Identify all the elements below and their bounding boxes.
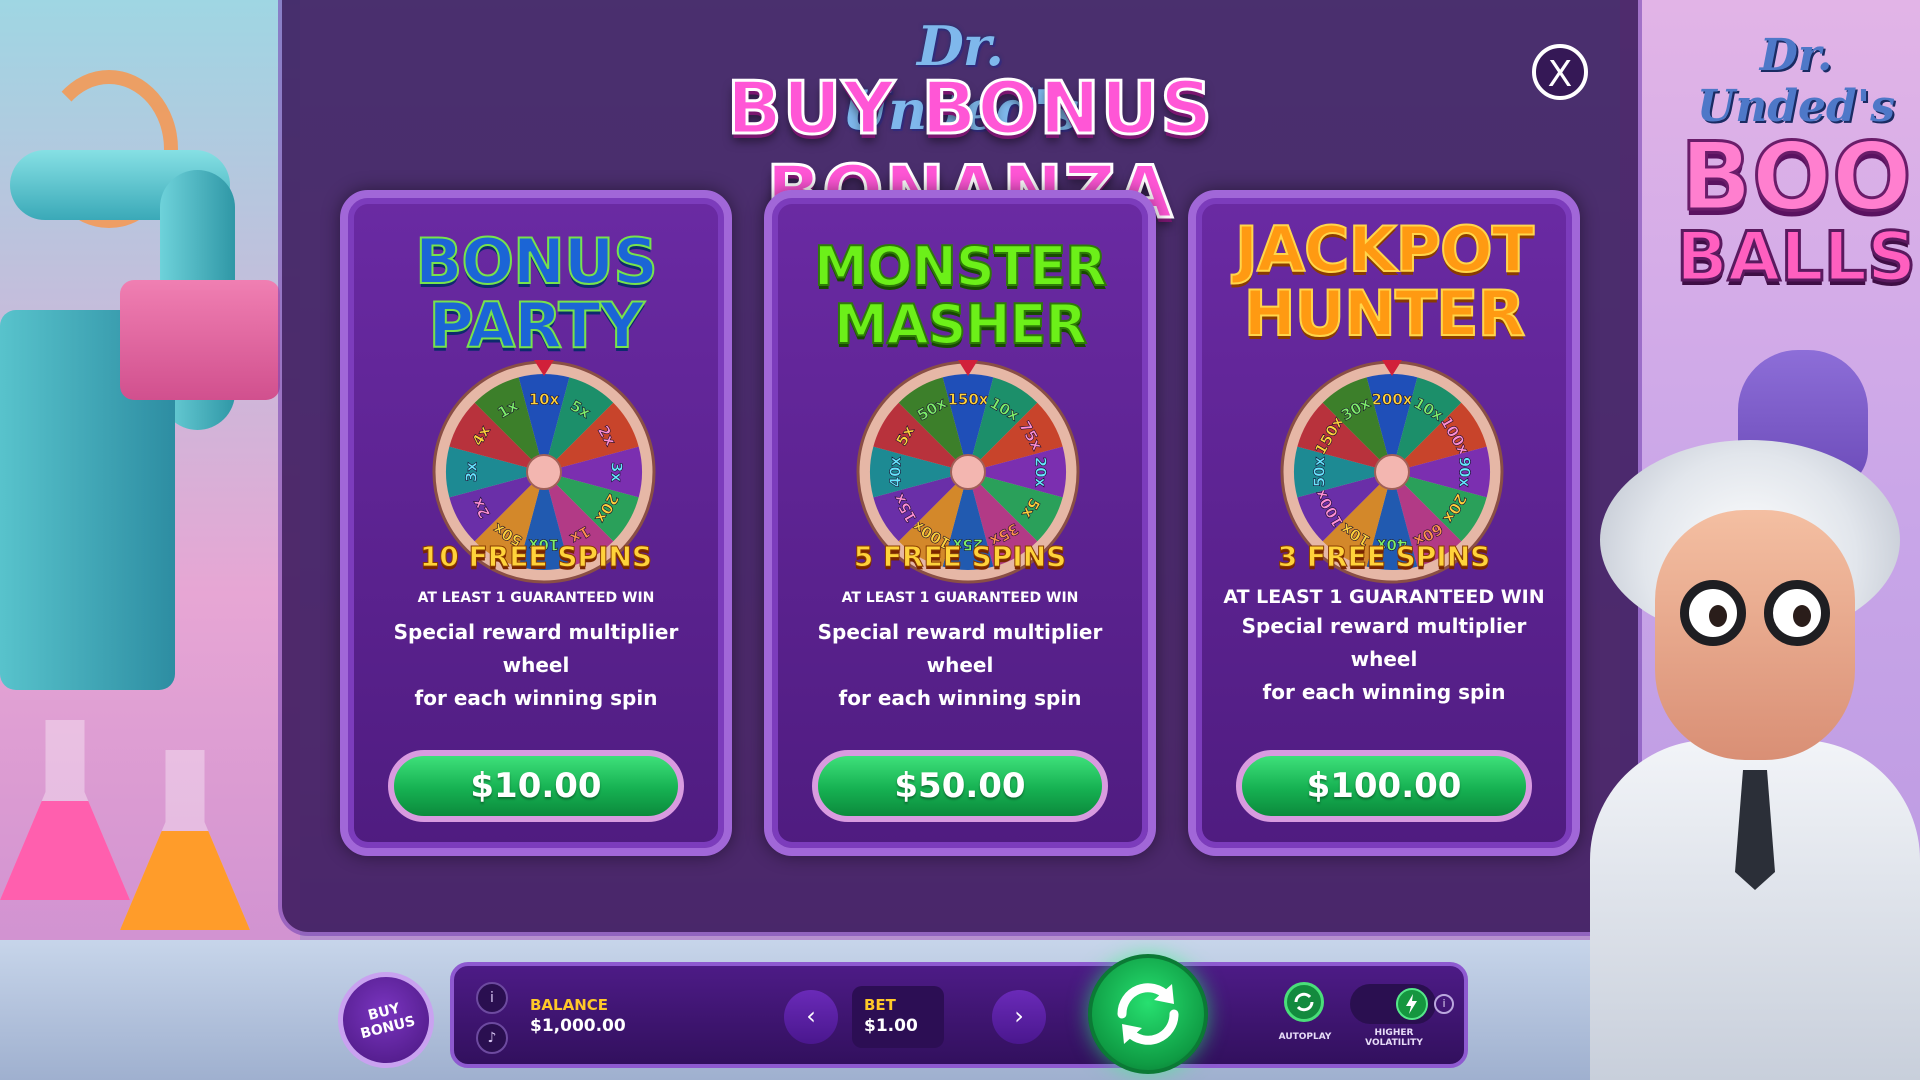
scientist-eye: [1764, 580, 1830, 646]
buy-bonus-modal: Dr. Unded's BUY BONUS BONANZA X BONUS PA…: [282, 0, 1638, 932]
description-line: Special reward multiplier wheel: [817, 620, 1103, 677]
guarantee-text: AT LEAST 1 GUARANTEED WIN: [417, 590, 655, 606]
free-spins-count: 5 FREE SPINS: [853, 540, 1067, 574]
bonus-card-jackpot-hunter: JACKPOT HUNTER 200x 10x 100x 90x 20x 60x 40x 10…: [1188, 190, 1580, 856]
pink-tank-lid-illustration: [120, 280, 280, 400]
bet-display: BET $1.00: [852, 986, 944, 1048]
card-title: BONUS PARTY: [348, 225, 724, 362]
wheel-multiplier-label: 150x: [948, 391, 989, 409]
volatility-label-line: HIGHER: [1374, 1028, 1414, 1038]
card-title-line: MASHER: [833, 293, 1088, 356]
card-description: Special reward multiplier wheel for each…: [782, 616, 1138, 715]
balance-value: $1,000.00: [530, 1016, 626, 1036]
bet-label: BET: [864, 996, 896, 1014]
card-title-line: HUNTER: [1243, 277, 1527, 350]
wheel-hub: [526, 454, 562, 490]
wheel-multiplier-label: 3x: [608, 462, 626, 482]
game-logo: Dr. Unded's BOO BALLS: [1672, 30, 1920, 297]
close-button[interactable]: X: [1532, 44, 1588, 100]
card-title-line: BONUS: [414, 225, 659, 298]
card-description: Special reward multiplier wheel for each…: [1206, 610, 1562, 709]
autoplay-label: AUTOPLAY: [1278, 1032, 1332, 1042]
description-line: for each winning spin: [838, 686, 1082, 710]
card-title-line: PARTY: [428, 289, 646, 362]
wheel-multiplier-label: 20x: [1032, 457, 1050, 488]
wheel-multiplier-label: 50x: [1311, 456, 1329, 487]
refresh-arrows-icon: [1117, 983, 1179, 1045]
bet-value: $1.00: [864, 1016, 918, 1036]
description-line: for each winning spin: [1262, 680, 1506, 704]
free-spins-count: 10 FREE SPINS: [419, 540, 653, 574]
logo-title-line: BOO: [1679, 123, 1913, 232]
bonus-card-monster-masher: MONSTER MASHER 150x 10x 75x 20x 5x 35x 25x 100x…: [764, 190, 1156, 856]
card-description: Special reward multiplier wheel for each…: [358, 616, 714, 715]
volatility-info-icon[interactable]: i: [1434, 994, 1454, 1014]
buy-monster-masher-button[interactable]: $50.00: [812, 750, 1108, 822]
spin-button[interactable]: [1088, 954, 1208, 1074]
balance-label: BALANCE: [530, 996, 609, 1014]
wheel-multiplier-label: 3x: [463, 462, 481, 482]
autoplay-icon: [1294, 992, 1314, 1012]
mad-scientist-character-illustration: [1590, 440, 1920, 1080]
scientist-face: [1655, 510, 1855, 760]
logo-title-line: BALLS: [1674, 218, 1917, 297]
card-title: MONSTER MASHER: [772, 235, 1148, 356]
wheel-hub: [950, 454, 986, 490]
higher-volatility-toggle[interactable]: [1350, 984, 1436, 1024]
wheel-hub: [1374, 454, 1410, 490]
logo-brand-script: Dr. Unded's: [1696, 30, 1896, 132]
speaker-icon[interactable]: ♪: [476, 1022, 508, 1054]
volatility-label-line: VOLATILITY: [1365, 1038, 1423, 1048]
bonus-card-bonus-party: BONUS PARTY 10x 5x 2x 3x 20x 1x 10x 50x 2x 3x 4x 1x…: [340, 190, 732, 856]
card-title-line: MONSTER: [813, 235, 1108, 298]
wheel-multiplier-label: 90x: [1456, 457, 1474, 488]
card-title-line: JACKPOT: [1234, 213, 1535, 286]
scientist-eye: [1680, 580, 1746, 646]
control-bar: i ♪ BALANCE $1,000.00 ‹ BET $1.00 › AUTO…: [450, 962, 1468, 1068]
wheel-multiplier-label: 10x: [529, 391, 560, 409]
autoplay-button[interactable]: [1284, 982, 1324, 1022]
info-icon[interactable]: i: [476, 982, 508, 1014]
bet-decrease-button[interactable]: ‹: [784, 990, 838, 1044]
buy-jackpot-hunter-button[interactable]: $100.00: [1236, 750, 1532, 822]
description-line: for each winning spin: [414, 686, 658, 710]
free-spins-count: 3 FREE SPINS: [1277, 540, 1491, 574]
wheel-multiplier-label: 40x: [887, 456, 905, 487]
volatility-label: HIGHER VOLATILITY: [1354, 1028, 1434, 1048]
lightning-icon: [1396, 988, 1428, 1020]
description-line: Special reward multiplier wheel: [393, 620, 679, 677]
description-line: Special reward multiplier wheel: [1241, 614, 1527, 671]
wheel-multiplier-label: 200x: [1372, 391, 1413, 409]
guarantee-text: AT LEAST 1 GUARANTEED WIN: [1223, 586, 1545, 608]
guarantee-text: AT LEAST 1 GUARANTEED WIN: [841, 590, 1079, 606]
card-title: JACKPOT HUNTER: [1196, 213, 1572, 350]
buy-bonus-party-button[interactable]: $10.00: [388, 750, 684, 822]
bet-increase-button[interactable]: ›: [992, 990, 1046, 1044]
